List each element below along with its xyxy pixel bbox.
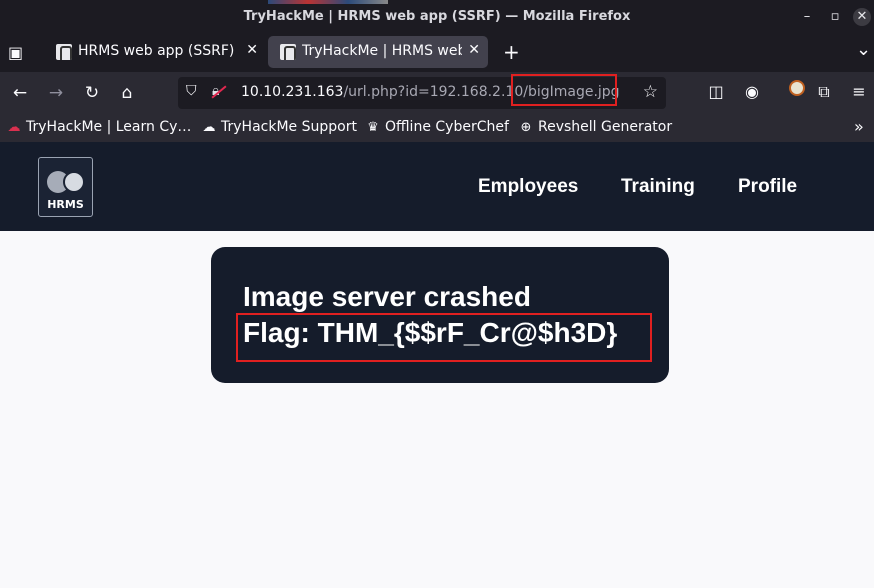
nav-training[interactable]: Training	[621, 176, 695, 198]
bookmark-tryhackme[interactable]: ☁ TryHackMe | Learn Cy…	[6, 119, 192, 135]
insecure-lock-icon[interactable]: 🔒︎	[211, 83, 227, 99]
address-bar[interactable]: ⛉ 🔒︎ 10.10.231.163/url.php?id=192.168.2.…	[178, 74, 666, 109]
bookmark-tryhackme-support[interactable]: ☁ TryHackMe Support	[201, 119, 357, 135]
minimize-button[interactable]: –	[798, 8, 816, 26]
globe-icon: ⊕	[520, 120, 532, 135]
tab-favicon-icon	[56, 44, 72, 60]
maximize-button[interactable]: ▫	[826, 8, 844, 26]
hrms-logo[interactable]: HRMS	[38, 157, 93, 217]
tab-strip: ▣ HRMS web app (SSRF) ✕ TryHackMe | HRMS…	[0, 34, 874, 72]
close-window-button[interactable]: ✕	[853, 8, 871, 26]
tracking-protection-shield-icon[interactable]: ⛉	[186, 83, 197, 99]
tab-label: HRMS web app (SSRF)	[78, 43, 235, 59]
flag-text: Flag: THM_{$$rF_Cr@$h3D}	[243, 317, 618, 348]
list-all-tabs-button[interactable]: ⌄	[856, 39, 871, 60]
tab-hrms-web-app[interactable]: HRMS web app (SSRF) ✕	[44, 36, 266, 68]
new-tab-button[interactable]: +	[503, 40, 520, 64]
account-icon[interactable]: ◉	[741, 82, 763, 101]
bookmarks-overflow-chevron-icon[interactable]: »	[854, 117, 864, 136]
navigation-toolbar: ← → ↻ ⌂ ⛉ 🔒︎ 10.10.231.163/url.php?id=19…	[0, 72, 874, 114]
chef-icon: ♛	[367, 120, 379, 135]
menu-hamburger-icon[interactable]: ≡	[848, 82, 870, 101]
window-title: TryHackMe | HRMS web app (SSRF) — Mozill…	[243, 9, 631, 24]
reload-icon[interactable]: ↻	[81, 82, 103, 104]
logo-text: HRMS	[47, 198, 84, 211]
url-path: /url.php?id=192.168.2.10/bigImage.jpg	[343, 84, 620, 100]
titlebar-decoration	[268, 0, 388, 4]
bookmarks-toolbar: ☁ TryHackMe | Learn Cy… ☁ TryHackMe Suppor…	[0, 114, 874, 142]
error-message: Image server crashed	[243, 281, 531, 312]
message-card: Image server crashed Flag: THM_{$$rF_Cr@…	[211, 247, 669, 383]
bookmark-revshell-generator[interactable]: ⊕ Revshell Generator	[518, 119, 673, 135]
tryhackme-icon: ☁	[7, 120, 21, 135]
bookmark-star-icon[interactable]: ☆	[643, 82, 658, 102]
tab-favicon-icon	[280, 44, 296, 60]
url-text[interactable]: 10.10.231.163/url.php?id=192.168.2.10/bi…	[241, 84, 620, 100]
pocket-icon[interactable]: ◫	[705, 82, 727, 101]
bookmark-label: Revshell Generator	[538, 119, 673, 135]
logo-circle-right	[63, 171, 85, 193]
bookmark-label: TryHackMe Support	[221, 119, 357, 135]
firefox-view-icon[interactable]: ▣	[8, 43, 23, 62]
tab-close-icon[interactable]: ✕	[468, 42, 480, 58]
extension-icon[interactable]	[789, 80, 805, 96]
url-host: 10.10.231.163	[241, 84, 344, 100]
extensions-puzzle-icon[interactable]: ⧉	[813, 82, 835, 102]
nav-employees[interactable]: Employees	[478, 176, 578, 198]
bookmark-label: TryHackMe | Learn Cy…	[26, 119, 192, 135]
tab-label: TryHackMe | HRMS web a	[302, 43, 462, 59]
bookmark-label: Offline CyberChef	[385, 119, 509, 135]
tab-close-icon[interactable]: ✕	[246, 42, 258, 58]
window-titlebar: TryHackMe | HRMS web app (SSRF) — Mozill…	[0, 0, 874, 34]
cloud-icon: ☁	[202, 120, 216, 135]
nav-profile[interactable]: Profile	[738, 176, 797, 198]
site-header: HRMS Employees Training Profile	[0, 142, 874, 231]
bookmark-offline-cyberchef[interactable]: ♛ Offline CyberChef	[365, 119, 509, 135]
forward-arrow-icon[interactable]: →	[45, 82, 67, 104]
back-arrow-icon[interactable]: ←	[9, 82, 31, 104]
home-icon[interactable]: ⌂	[116, 82, 138, 104]
tab-tryhackme-hrms[interactable]: TryHackMe | HRMS web a ✕	[268, 36, 488, 68]
page-content: Image server crashed Flag: THM_{$$rF_Cr@…	[0, 231, 874, 588]
